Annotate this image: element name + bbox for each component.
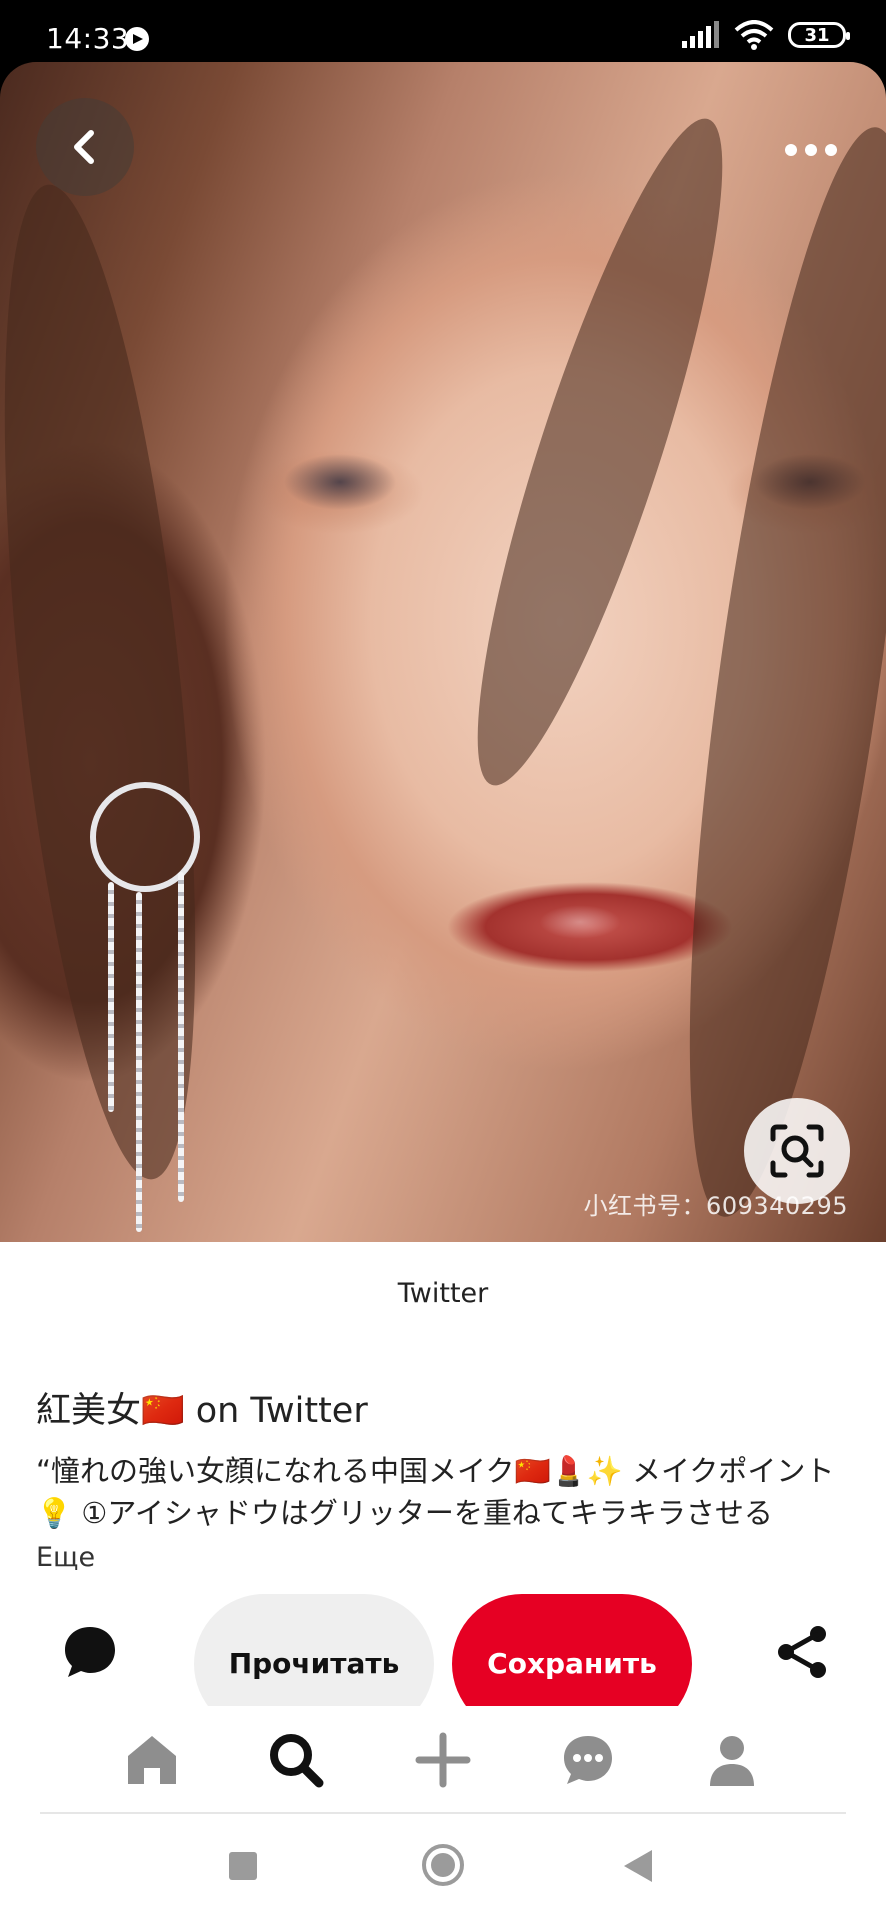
status-time: 14:33 [46, 22, 130, 55]
battery-indicator: 31 [788, 22, 850, 48]
share-button[interactable] [774, 1624, 830, 1680]
tab-profile[interactable] [702, 1730, 762, 1790]
tab-home[interactable] [122, 1730, 182, 1790]
pin-details-sheet: Twitter 紅美女🇨🇳 on Twitter “憧れの強い女顔になれる中国メ… [0, 1242, 886, 1920]
pin-image-area[interactable]: 小红书号：609340295 [0, 62, 886, 1242]
show-more-link[interactable]: Еще [36, 1542, 95, 1573]
plus-icon [415, 1732, 471, 1788]
read-button[interactable]: Прочитать [194, 1594, 434, 1706]
tab-create[interactable] [413, 1730, 473, 1790]
tab-messages[interactable] [558, 1730, 618, 1790]
system-back-button[interactable] [624, 1850, 652, 1882]
save-button[interactable]: Сохранить [452, 1594, 692, 1706]
search-icon [270, 1734, 324, 1788]
signal-icon [682, 21, 719, 48]
back-button[interactable] [36, 98, 134, 196]
recent-apps-button[interactable] [229, 1852, 257, 1880]
messages-icon [564, 1736, 612, 1784]
more-options-button[interactable] [766, 132, 856, 168]
home-icon [128, 1736, 176, 1784]
comment-icon [65, 1627, 115, 1677]
notification-icon [125, 27, 149, 51]
wifi-icon [734, 20, 774, 50]
image-watermark: 小红书号：609340295 [583, 1192, 848, 1220]
system-home-button[interactable] [422, 1844, 464, 1886]
comment-button[interactable] [62, 1624, 118, 1680]
action-bar: Прочитать Сохранить [0, 1594, 886, 1706]
earring [90, 712, 210, 1242]
pin-description: “憧れの強い女顔になれる中国メイク🇨🇳💄✨ メイクポイント💡 ①アイシャドウはグ… [36, 1454, 835, 1530]
pin-source[interactable]: Twitter [0, 1278, 886, 1309]
system-navigation-bar [0, 1814, 886, 1920]
tab-search[interactable] [266, 1730, 326, 1790]
visual-search-icon [770, 1124, 824, 1178]
profile-icon [710, 1736, 754, 1786]
back-icon [74, 130, 94, 164]
bottom-tab-bar [0, 1706, 886, 1816]
pin-title: 紅美女🇨🇳 on Twitter [36, 1391, 368, 1431]
more-icon [785, 144, 797, 156]
share-icon [778, 1626, 826, 1678]
